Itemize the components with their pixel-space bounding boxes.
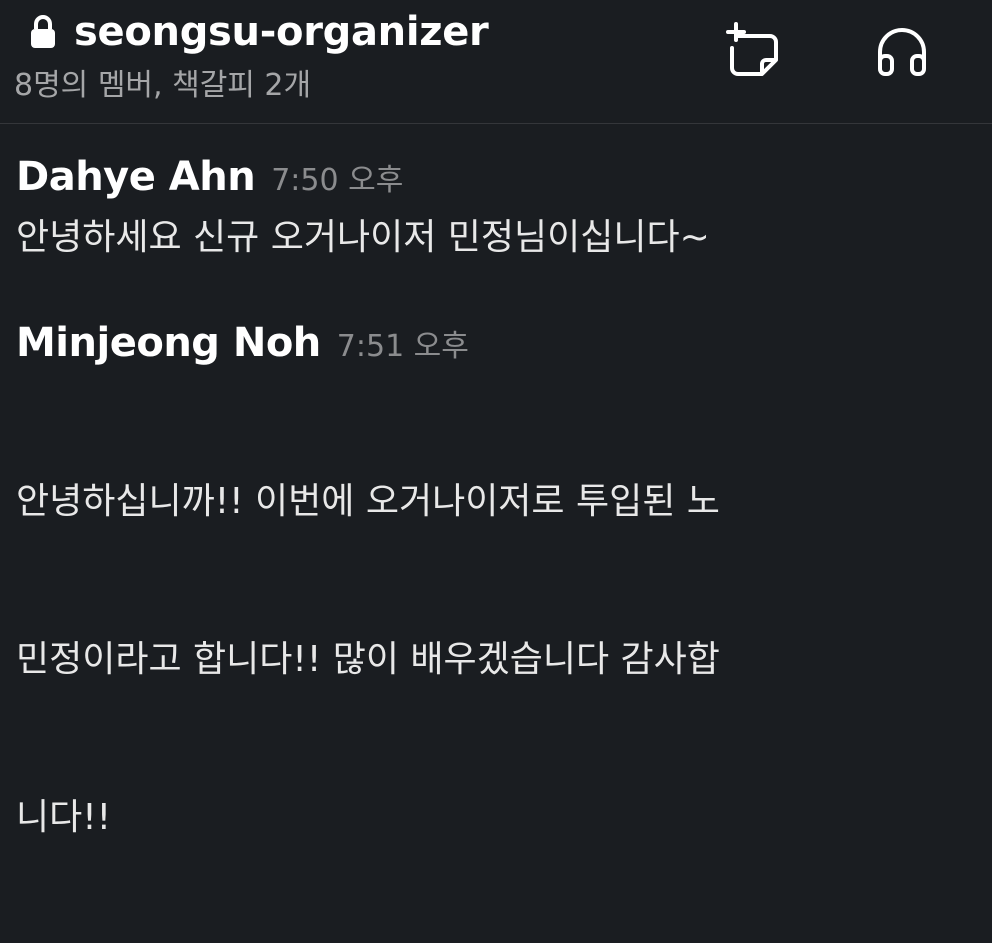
message-header: Minjeong Noh 7:51 오후 bbox=[16, 313, 976, 373]
message-item[interactable]: Dahye Ahn 7:50 오후 안녕하세요 신규 오거나이저 민정님이십니다… bbox=[0, 147, 992, 263]
channel-name[interactable]: seongsu-organizer bbox=[74, 8, 489, 56]
sender-name[interactable]: Dahye Ahn bbox=[16, 147, 256, 207]
channel-header: seongsu-organizer 8명의 멤버, 책갈피 2개 bbox=[0, 0, 992, 124]
channel-meta[interactable]: 8명의 멤버, 책갈피 2개 bbox=[14, 66, 311, 106]
message-timestamp[interactable]: 7:51 오후 bbox=[337, 317, 469, 377]
message-text-line: 민정이라고 합니다!! 많이 배우겠습니다 감사합 bbox=[16, 639, 720, 680]
add-canvas-icon[interactable] bbox=[724, 22, 784, 82]
message-item[interactable]: Minjeong Noh 7:51 오후 안녕하십니까!! 이번에 오거나이저로… bbox=[0, 313, 992, 943]
message-list: Dahye Ahn 7:50 오후 안녕하세요 신규 오거나이저 민정님이십니다… bbox=[0, 125, 992, 943]
channel-title-row[interactable]: seongsu-organizer bbox=[30, 8, 489, 56]
headphones-icon[interactable] bbox=[872, 22, 932, 82]
lock-icon bbox=[30, 14, 56, 50]
message-header: Dahye Ahn 7:50 오후 bbox=[16, 147, 976, 207]
message-text: 안녕하세요 신규 오거나이저 민정님이십니다~ bbox=[16, 217, 710, 258]
message-text-line: 안녕하십니까!! 이번에 오거나이저로 투입된 노 bbox=[16, 481, 720, 522]
message-text: 안녕하십니까!! 이번에 오거나이저로 투입된 노 민정이라고 합니다!! 많이… bbox=[16, 377, 976, 943]
sender-name[interactable]: Minjeong Noh bbox=[16, 313, 321, 373]
message-timestamp[interactable]: 7:50 오후 bbox=[271, 151, 403, 211]
message-text-line: 니다!! bbox=[16, 797, 112, 838]
